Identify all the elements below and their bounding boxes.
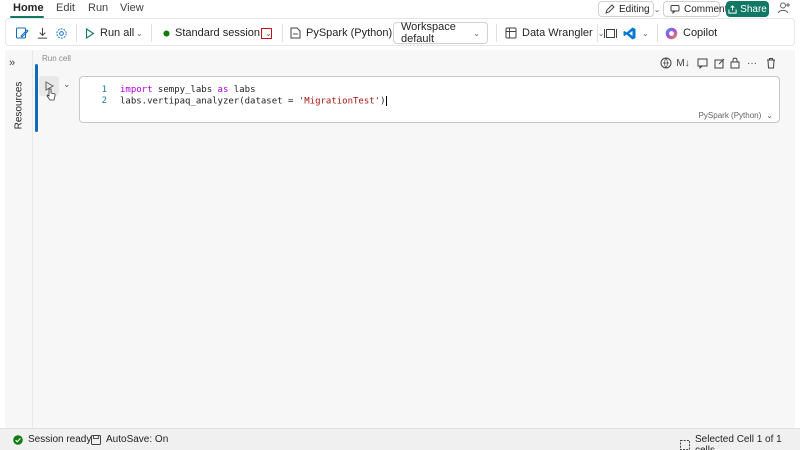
language-file-icon <box>290 27 301 39</box>
copilot-icon <box>665 27 678 40</box>
cell-lock-icon[interactable] <box>658 56 674 70</box>
editing-mode-button[interactable]: Editing ⌄ <box>598 1 660 17</box>
resources-label: Resources <box>13 81 25 129</box>
toolbar-divider <box>151 24 152 42</box>
session-status-label: Session ready <box>28 434 92 445</box>
play-icon <box>85 27 95 39</box>
run-all-dropdown[interactable]: ⌄ <box>136 23 143 43</box>
toolbar-divider <box>76 24 77 42</box>
cell-selection-status: Selected Cell 1 of 1 cells <box>680 434 800 450</box>
text-cursor <box>385 96 387 106</box>
vscode-dropdown[interactable]: ⌄ <box>642 23 649 43</box>
keyword-token: as <box>217 85 229 95</box>
line-number: 1 <box>101 85 107 95</box>
delete-cell-icon[interactable] <box>763 56 779 70</box>
autosave-label: AutoSave: On <box>106 434 169 445</box>
code-cell[interactable]: 1 import sempy_labs as labs 2 labs.verti… <box>79 76 780 123</box>
workspace-label: Workspace default <box>401 21 456 45</box>
share-label: Share <box>740 3 767 15</box>
keyword-token: import <box>120 85 153 95</box>
tab-run[interactable]: Run <box>88 2 108 14</box>
chevron-down-icon: ⌄ <box>473 28 480 38</box>
tab-view[interactable]: View <box>120 2 144 14</box>
copilot-button[interactable]: Copilot <box>665 23 717 43</box>
comment-icon <box>670 4 680 14</box>
toolbar-divider <box>597 24 598 42</box>
menu-bar: Home Edit Run View Editing ⌄ Comments Sh… <box>0 0 800 18</box>
mouse-cursor-icon <box>46 88 56 101</box>
status-bar: Session ready AutoSave: On Selected Cell… <box>0 428 800 450</box>
string-token: 'MigrationTest' <box>298 96 381 107</box>
data-wrangler-button[interactable]: Data Wrangler ⌄ <box>505 23 604 43</box>
code-line: 2 labs.vertipaq_analyzer(dataset = 'Migr… <box>80 96 779 107</box>
data-wrangler-label: Data Wrangler <box>522 27 593 39</box>
notebook-edit-icon[interactable] <box>15 23 29 43</box>
toolbar-divider <box>657 24 658 42</box>
selection-label: Selected Cell 1 of 1 cells <box>695 434 782 450</box>
alias-token: labs <box>228 85 256 95</box>
comment-icon[interactable] <box>694 56 710 70</box>
more-options-icon[interactable]: ··· <box>744 56 760 70</box>
session-status: Session ready <box>13 434 91 445</box>
chevron-down-icon: ⌄ <box>766 111 773 120</box>
cell-collapse-chevron-icon[interactable]: ⌄ <box>63 79 71 90</box>
chevron-down-icon: ⌄ <box>653 4 661 14</box>
session-status-button[interactable]: Standard session ⌄ <box>163 23 272 43</box>
settings-gear-icon[interactable] <box>55 23 68 43</box>
workspace-environment-dropdown[interactable]: Workspace default ⌄ <box>393 21 488 45</box>
code-editor[interactable]: 1 import sempy_labs as labs 2 labs.verti… <box>80 85 779 107</box>
expand-panel-icon[interactable]: » <box>9 57 15 69</box>
run-all-button[interactable]: Run all <box>85 23 134 43</box>
lock-icon[interactable] <box>727 56 743 70</box>
autosave-status[interactable]: AutoSave: On <box>91 434 168 445</box>
toolbar-divider <box>282 24 283 42</box>
tab-home[interactable]: Home <box>13 2 44 14</box>
selection-icon <box>680 440 690 450</box>
language-label: PySpark (Python) <box>306 27 393 39</box>
edit-cell-icon[interactable] <box>711 56 727 70</box>
cell-language-selector[interactable]: PySpark (Python) ⌄ <box>699 111 773 120</box>
download-icon[interactable] <box>36 23 49 43</box>
share-icon <box>728 4 737 14</box>
copilot-label: Copilot <box>683 27 718 39</box>
run-cell-tooltip: Run cell <box>42 54 71 63</box>
code-line: 1 import sempy_labs as labs <box>80 85 779 96</box>
line-number: 2 <box>101 96 107 106</box>
cell-selection-bar <box>35 64 38 132</box>
share-button[interactable]: Share <box>726 1 769 17</box>
data-wrangler-icon <box>505 27 517 39</box>
code-line-text: import sempy_labs as labs <box>120 85 255 95</box>
language-selector[interactable]: PySpark (Python) ⌄ <box>290 23 404 43</box>
person-add-icon[interactable] <box>777 1 793 17</box>
cell-language-label: PySpark (Python) <box>698 111 762 120</box>
run-all-label: Run all <box>100 27 135 39</box>
toolbar-divider <box>496 24 497 42</box>
vscode-icon[interactable] <box>623 23 636 43</box>
stop-icon <box>261 27 272 39</box>
stop-session-button[interactable] <box>261 23 272 43</box>
pencil-icon <box>605 4 615 14</box>
focus-mode-icon[interactable] <box>604 23 617 43</box>
chevron-down-icon: ⌄ <box>642 28 649 38</box>
comments-button[interactable]: Comments <box>663 1 732 17</box>
module-token: sempy_labs <box>152 85 218 95</box>
code-line-text: labs.vertipaq_analyzer(dataset = 'Migrat… <box>120 96 387 107</box>
markdown-toggle-icon[interactable]: M↓ <box>676 56 690 70</box>
check-circle-icon <box>13 434 23 445</box>
ribbon-toolbar: Run all ⌄ Standard session ⌄ PySpark (Py… <box>5 18 795 46</box>
call-token: labs.vertipaq_analyzer(dataset = <box>120 96 299 107</box>
editing-label: Editing <box>619 3 650 15</box>
chevron-down-icon: ⌄ <box>136 28 143 38</box>
resources-tab[interactable]: Resources <box>5 80 33 130</box>
tab-edit[interactable]: Edit <box>56 2 75 14</box>
session-status-dot-icon <box>163 29 170 37</box>
session-label: Standard session <box>175 27 260 39</box>
save-icon <box>91 434 101 445</box>
